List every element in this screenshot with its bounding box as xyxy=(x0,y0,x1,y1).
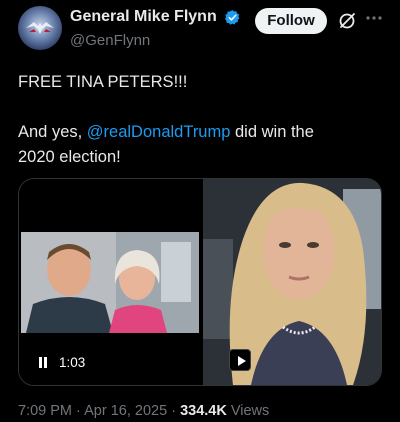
views-count[interactable]: 334.4K xyxy=(180,403,227,419)
avatar[interactable] xyxy=(18,6,62,50)
views-label: Views xyxy=(230,403,270,419)
tweet-text: FREE TINA PETERS!!! And yes, @realDonald… xyxy=(18,70,388,170)
eagle-icon xyxy=(26,22,54,34)
tweet-line-3: 2020 election! xyxy=(18,148,121,166)
play-icon[interactable] xyxy=(229,349,251,371)
tweet-meta: 7:09 PM · Apr 16, 2025 · 334.4K Views xyxy=(18,403,269,419)
display-name[interactable]: General Mike Flynn xyxy=(70,8,217,26)
tweet-line-1: FREE TINA PETERS!!! xyxy=(18,73,188,91)
selfie-photo xyxy=(21,232,199,333)
video-duration: 1:03 xyxy=(59,355,86,370)
tweet-line-2-prefix: And yes, xyxy=(18,123,87,141)
tweet-time[interactable]: 7:09 PM xyxy=(18,403,72,419)
meta-separator: · xyxy=(76,403,81,419)
meta-separator-2: · xyxy=(171,403,177,419)
tweet-header: General Mike Flynn @GenFlynn Follow xyxy=(18,6,388,56)
mention-link[interactable]: @realDonaldTrump xyxy=(87,123,231,141)
tweet-line-2-suffix: did win the xyxy=(230,123,314,141)
grok-icon[interactable] xyxy=(338,12,356,30)
play-triangle xyxy=(238,356,246,366)
video-left[interactable]: 1:03 xyxy=(19,179,201,385)
pause-icon[interactable] xyxy=(38,357,48,368)
tweet-date[interactable]: Apr 16, 2025 xyxy=(84,403,167,419)
media-container[interactable]: 1:03 xyxy=(18,178,382,386)
selfie-image-left xyxy=(21,232,199,333)
author-info: General Mike Flynn @GenFlynn xyxy=(70,8,241,49)
more-icon[interactable] xyxy=(364,10,384,26)
tweet-line-2: And yes, @realDonaldTrump did win the xyxy=(18,120,388,145)
handle[interactable]: @GenFlynn xyxy=(70,32,241,49)
follow-button[interactable]: Follow xyxy=(255,8,327,34)
verified-badge-icon xyxy=(225,9,240,25)
